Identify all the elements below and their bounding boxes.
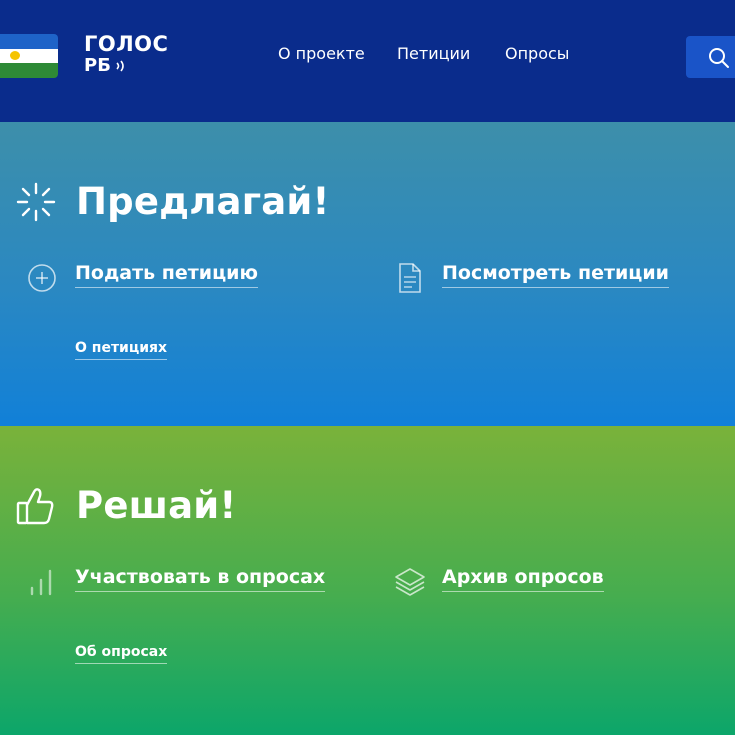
bashkortostan-flag xyxy=(0,34,58,78)
logo-bottom-text: РБ xyxy=(84,55,111,76)
sound-waves-icon xyxy=(116,60,124,72)
plus-circle-icon xyxy=(28,264,56,292)
nav-petitions[interactable]: Петиции xyxy=(397,44,470,63)
decide-title: Решай! xyxy=(76,484,237,527)
about-petitions-link[interactable]: О петициях xyxy=(75,340,168,360)
submit-petition-link[interactable]: Подать петицию xyxy=(75,262,258,288)
site-header: ГОЛОС РБ О проекте Петиции Опросы xyxy=(0,0,735,122)
sparkle-icon xyxy=(16,182,56,222)
search-icon xyxy=(709,48,729,68)
logo-top-text: ГОЛОС xyxy=(84,32,169,56)
logo-bottom: РБ xyxy=(84,56,168,76)
decide-section: Решай! Участвовать в опросах Архив опрос… xyxy=(0,426,735,735)
polls-archive-link[interactable]: Архив опросов xyxy=(442,566,604,592)
participate-polls-link[interactable]: Участвовать в опросах xyxy=(75,566,326,592)
site-logo[interactable]: ГОЛОС РБ xyxy=(84,32,168,76)
nav-about-project[interactable]: О проекте xyxy=(278,44,365,63)
document-icon xyxy=(399,263,421,293)
layers-icon xyxy=(395,568,425,596)
bar-chart-icon xyxy=(30,569,52,596)
propose-section: Предлагай! Подать петицию Посмотреть пет… xyxy=(0,122,735,426)
propose-title: Предлагай! xyxy=(76,180,330,223)
search-button[interactable] xyxy=(686,36,735,78)
view-petitions-link[interactable]: Посмотреть петиции xyxy=(442,262,669,288)
nav-polls[interactable]: Опросы xyxy=(505,44,569,63)
thumbs-up-icon xyxy=(16,488,54,525)
about-polls-link[interactable]: Об опросах xyxy=(75,644,168,664)
